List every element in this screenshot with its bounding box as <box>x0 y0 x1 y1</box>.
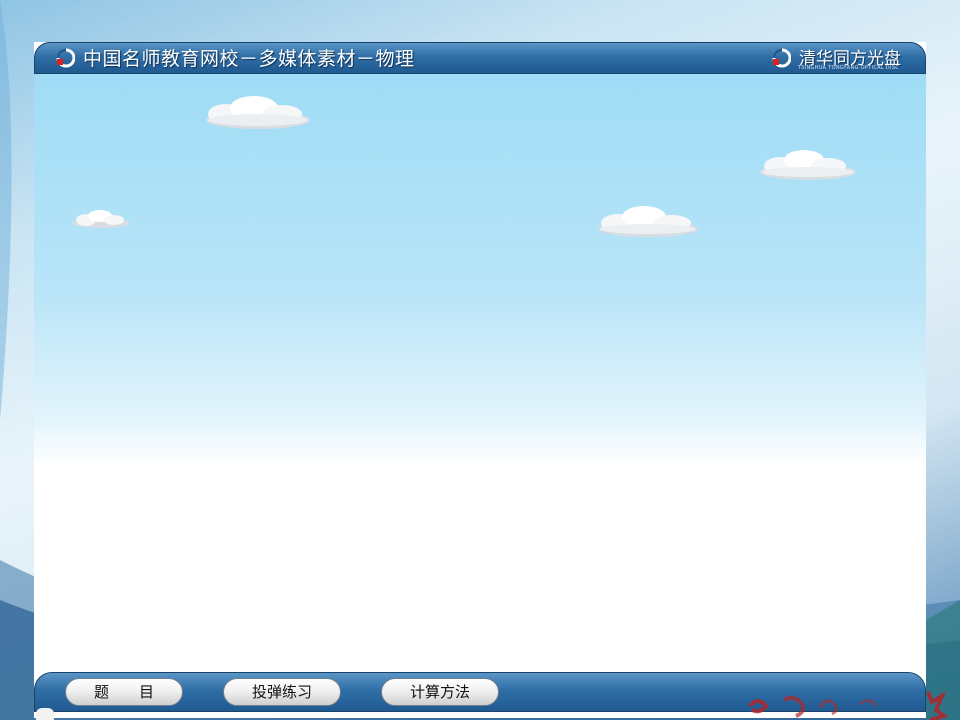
brand-subtitle: TSINGHUA TONGFANG OPTICAL DISC <box>797 65 899 71</box>
content-stage <box>34 42 926 718</box>
cloud-1 <box>206 96 310 129</box>
bombing-practice-button[interactable]: 投弹练习 <box>223 678 341 706</box>
disc-logo-icon <box>56 48 75 68</box>
question-button[interactable]: 题 目 <box>65 678 183 706</box>
bottom-nav-bar: 题 目 投弹练习 计算方法 <box>34 672 926 712</box>
calculation-method-button[interactable]: 计算方法 <box>381 678 499 706</box>
cloud-3 <box>72 210 130 228</box>
brand-logo-icon <box>772 48 791 68</box>
page-title: 中国名师教育网校－多媒体素材－物理 <box>83 48 415 70</box>
cloud-4 <box>598 206 698 237</box>
header-bar: 中国名师教育网校－多媒体素材－物理 清华同方光盘 TSINGHUA TONGFA… <box>34 42 926 74</box>
cloud-2 <box>760 150 856 180</box>
corner-tab <box>36 708 54 720</box>
